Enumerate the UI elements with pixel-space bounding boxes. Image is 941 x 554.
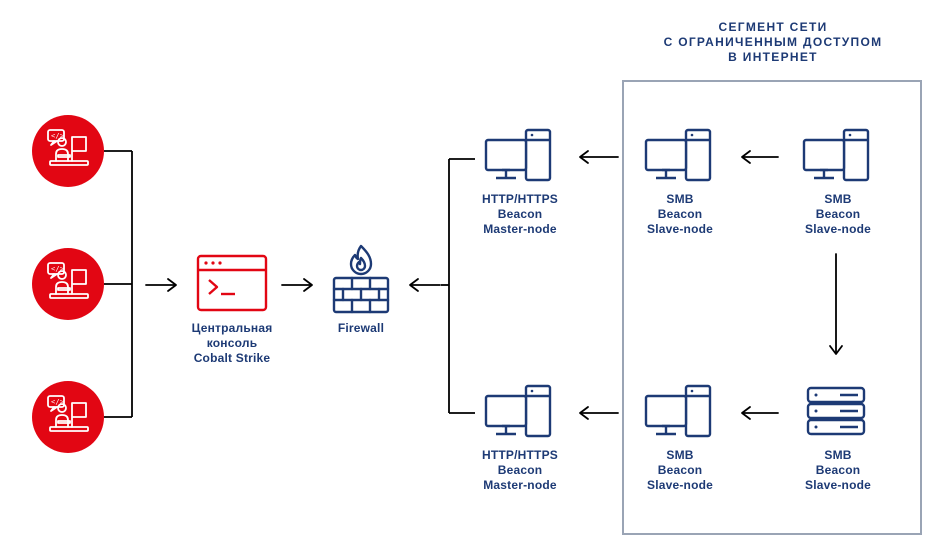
attacker-person-icon: </> — [32, 115, 104, 187]
slave-node-top-right-label: SMB Beacon Slave-node — [793, 192, 883, 237]
console-label: Центральная консоль Cobalt Strike — [180, 321, 284, 366]
arrow-icon — [734, 405, 780, 421]
arrow-console-to-firewall — [280, 277, 318, 293]
arrow-slave-top2-to-bot2 — [828, 252, 844, 362]
svg-text:</>: </> — [51, 265, 64, 273]
arrow-slave-top2-to-top1 — [734, 149, 780, 165]
master-node-bottom — [482, 382, 554, 445]
arrow-masters-to-firewall — [404, 277, 442, 293]
server-rack-icon — [804, 382, 868, 440]
arrow-icon — [572, 405, 620, 421]
attacker-link-lines — [104, 148, 140, 423]
console-node — [195, 253, 269, 318]
slave-node-bottom-left-label: SMB Beacon Slave-node — [635, 448, 725, 493]
arrow-slave-bot1-to-master-bot — [572, 405, 620, 421]
workstation-icon — [642, 382, 714, 440]
firewall-node — [328, 242, 394, 321]
arrow-attackers-to-console — [144, 277, 182, 293]
workstation-icon — [482, 126, 554, 184]
workstation-icon — [642, 126, 714, 184]
diagram-stage: СЕГМЕНТ СЕТИ С ОГРАНИЧЕННЫМ ДОСТУПОМ В И… — [0, 0, 941, 554]
segment-header: СЕГМЕНТ СЕТИ С ОГРАНИЧЕННЫМ ДОСТУПОМ В И… — [628, 20, 918, 65]
terminal-icon — [195, 253, 269, 313]
attacker-person-icon: </> — [32, 381, 104, 453]
workstation-icon — [800, 126, 872, 184]
firewall-label: Firewall — [322, 321, 400, 336]
attacker-node-3: </> — [32, 381, 104, 453]
slave-node-bottom-right-label: SMB Beacon Slave-node — [793, 448, 883, 493]
arrow-icon — [404, 277, 442, 293]
slave-node-top-right — [800, 126, 872, 189]
arrow-slave-bot2-to-bot1 — [734, 405, 780, 421]
slave-node-bottom-left — [642, 382, 714, 445]
svg-text:</>: </> — [51, 398, 64, 406]
master-node-bottom-label: HTTP/HTTPS Beacon Master-node — [470, 448, 570, 493]
arrow-icon — [144, 277, 182, 293]
attacker-person-icon: </> — [32, 248, 104, 320]
arrow-icon — [280, 277, 318, 293]
arrow-icon — [734, 149, 780, 165]
slave-node-bottom-right — [804, 382, 868, 445]
master-node-top — [482, 126, 554, 189]
svg-text:</>: </> — [51, 132, 64, 140]
arrow-icon — [828, 252, 844, 362]
arrow-icon — [572, 149, 620, 165]
slave-node-top-left-label: SMB Beacon Slave-node — [635, 192, 725, 237]
workstation-icon — [482, 382, 554, 440]
master-node-top-label: HTTP/HTTPS Beacon Master-node — [470, 192, 570, 237]
attacker-node-1: </> — [32, 115, 104, 187]
firewall-icon — [328, 242, 394, 316]
attacker-node-2: </> — [32, 248, 104, 320]
arrow-slave-top1-to-master-top — [572, 149, 620, 165]
slave-node-top-left — [642, 126, 714, 189]
